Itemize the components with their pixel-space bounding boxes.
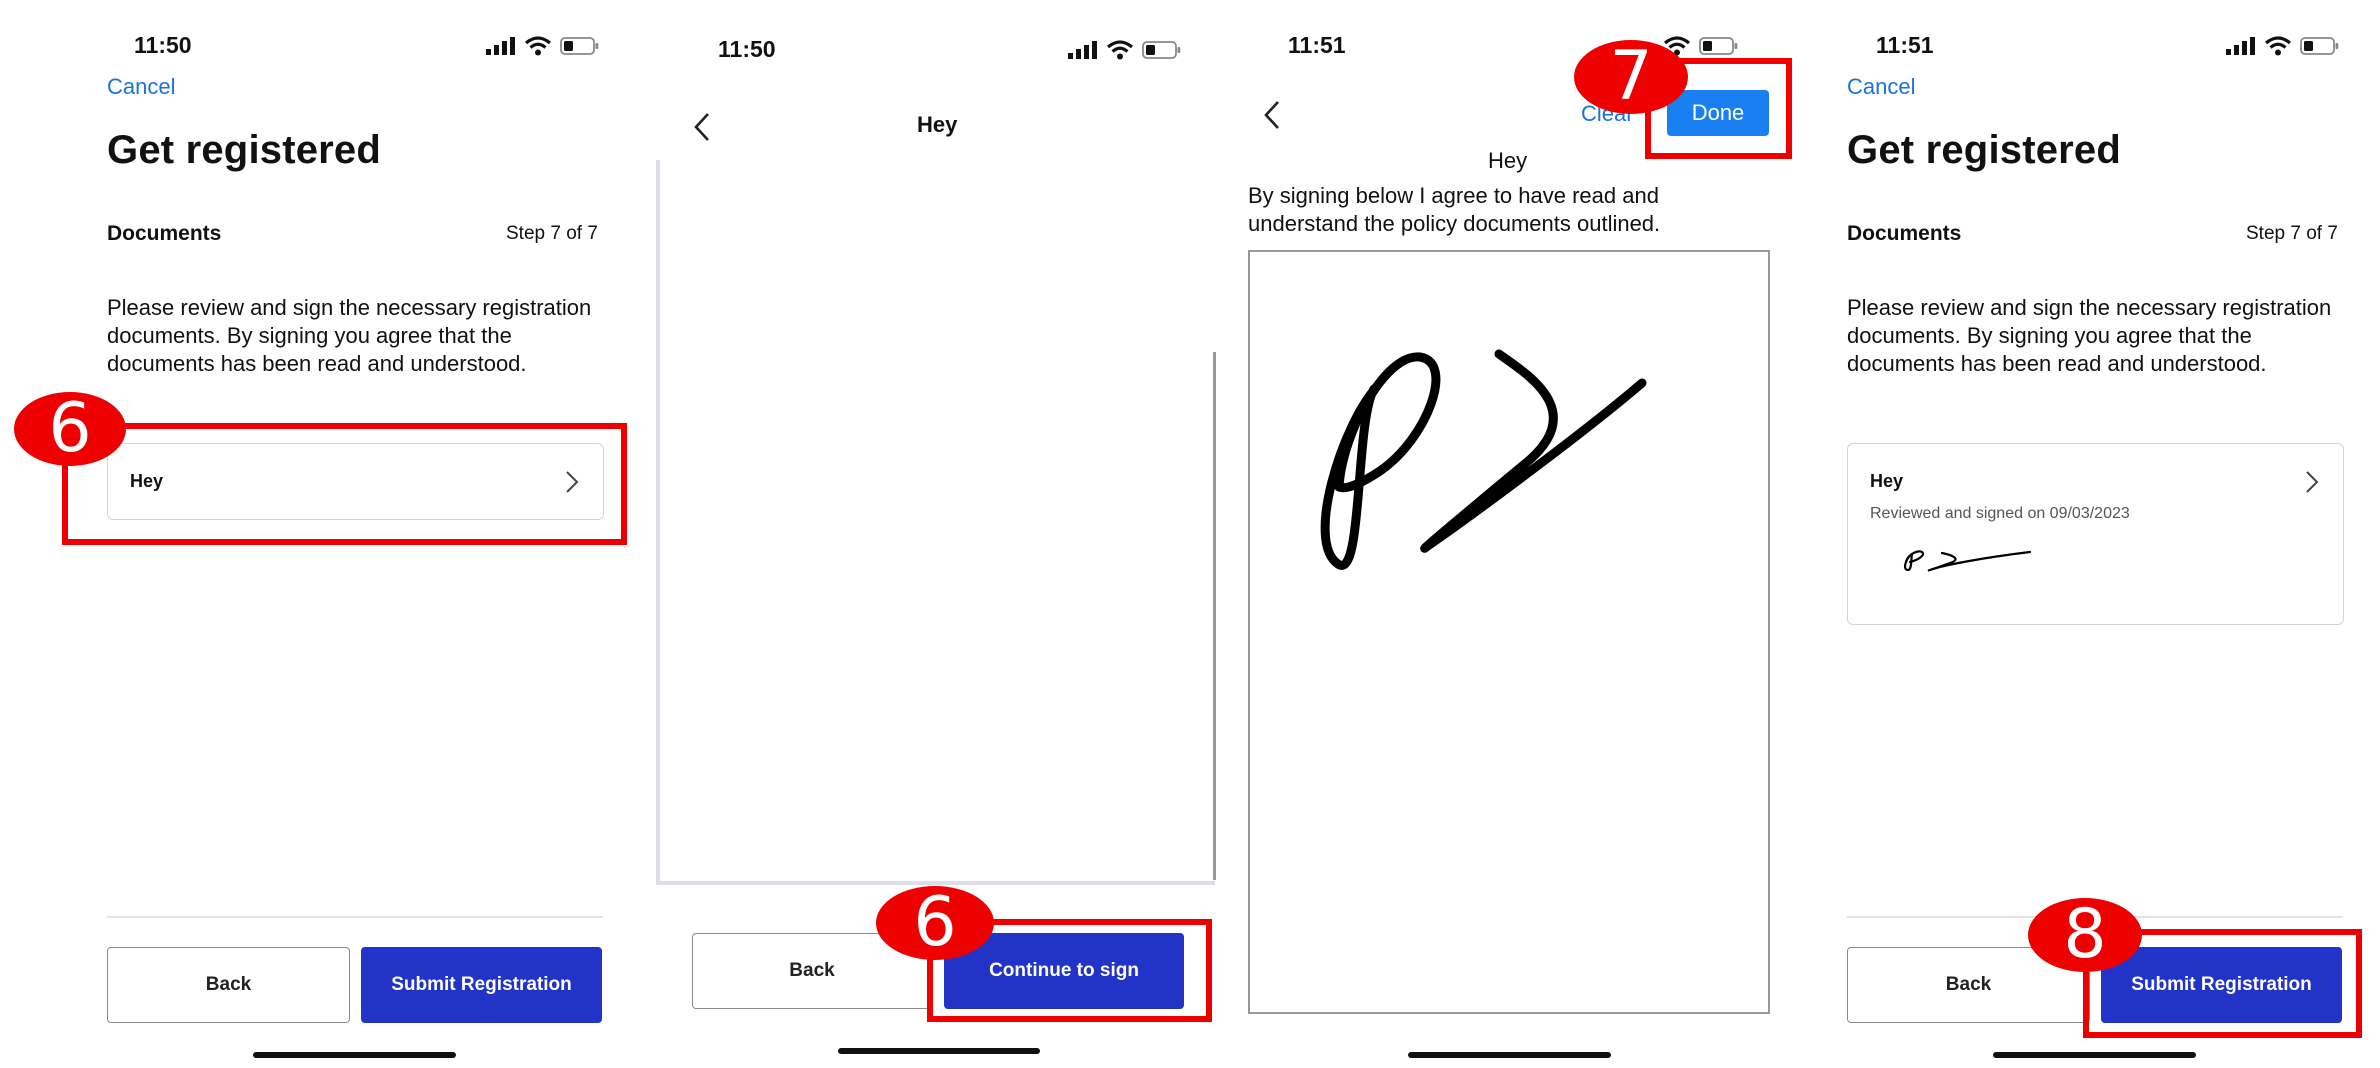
page-title: Get registered [1847,128,2122,172]
section-documents-label: Documents [107,222,222,245]
annotation-step-badge: 6 [876,886,994,960]
step-indicator: Step 7 of 7 [2246,223,2338,244]
screen-signature-pad: 11:51 Clear Done Hey By signing below I … [1220,0,1820,1068]
battery-icon [2300,37,2339,55]
signature-stroke [1320,349,1647,570]
submit-registration-button[interactable]: Submit Registration [361,947,602,1023]
annotation-highlight [62,423,627,545]
chevron-right-icon [2306,471,2319,493]
back-chevron-icon[interactable] [1262,100,1282,130]
annotation-step-badge: 8 [2028,898,2142,972]
wifi-icon [1107,40,1133,60]
home-indicator [1993,1052,2196,1058]
home-indicator [1408,1052,1611,1058]
screen-document-viewer: 11:50 Hey Back Continue to sign 6 [620,0,1220,1068]
back-chevron-icon[interactable] [692,112,712,142]
scrollbar[interactable] [1213,352,1216,880]
status-time: 11:50 [718,36,776,62]
screen-registration-documents: 11:50 Cancel Get registered Documents St… [0,0,627,1068]
divider [107,916,603,918]
status-time: 11:50 [134,32,192,58]
cancel-link[interactable]: Cancel [107,74,175,100]
page-title: Get registered [107,128,382,172]
home-indicator [838,1048,1040,1054]
document-name: Hey [1870,471,1904,491]
document-item-signed[interactable]: Hey Reviewed and signed on 09/03/2023 [1847,443,2344,625]
status-icons [2226,36,2340,56]
status-icons [486,36,600,56]
status-time: 11:51 [1876,32,1934,58]
signature-pad[interactable] [1248,250,1770,1014]
signature-thumbnail [1903,550,2032,572]
instructions-text: Please review and sign the necessary reg… [107,295,592,376]
battery-icon [1142,41,1181,59]
status-time: 11:51 [1288,32,1346,58]
home-indicator [253,1052,456,1058]
step-indicator: Step 7 of 7 [506,223,598,244]
annotation-step-badge: 6 [14,392,126,466]
signature-title: Hey [1488,148,1528,173]
wifi-icon [525,36,551,56]
cellular-signal-icon [2226,37,2255,55]
section-documents-label: Documents [1847,222,1962,245]
document-content-area [656,160,1215,885]
back-button[interactable]: Back [107,947,350,1023]
annotation-step-badge: 7 [1574,40,1688,114]
cancel-link[interactable]: Cancel [1847,74,1915,100]
signed-date-note: Reviewed and signed on 09/03/2023 [1870,505,2130,522]
screen-registration-signed: 11:51 Cancel Get registered Documents St… [1820,0,2380,1068]
instructions-text: Please review and sign the necessary reg… [1847,295,2332,376]
battery-icon [1699,37,1738,55]
cellular-signal-icon [486,37,515,55]
battery-icon [560,37,599,55]
status-icons [1068,40,1182,60]
document-title: Hey [917,112,958,137]
agreement-text: By signing below I agree to have read an… [1248,183,1661,236]
cellular-signal-icon [1068,41,1097,59]
wifi-icon [2265,36,2291,56]
